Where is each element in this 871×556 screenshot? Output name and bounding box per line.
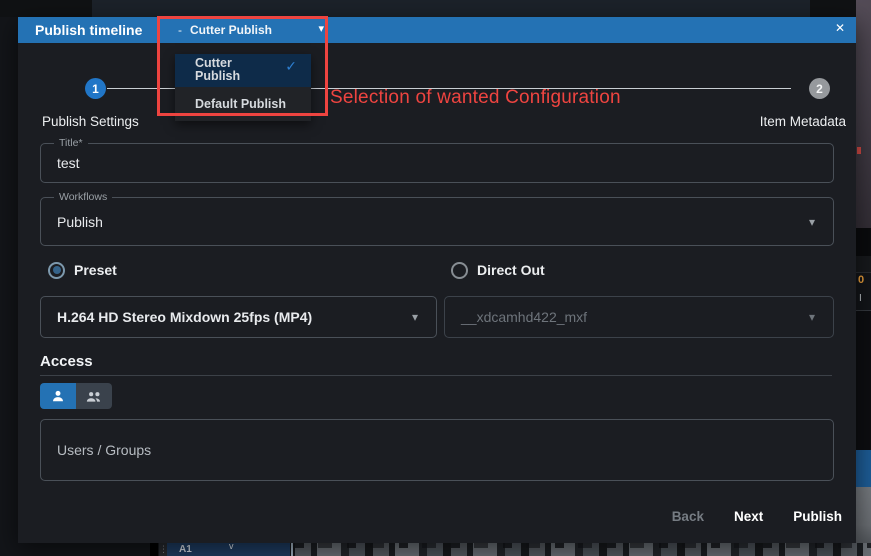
background-panel-row — [856, 256, 871, 273]
people-icon — [86, 390, 102, 403]
track-separator — [291, 543, 293, 556]
background-selected-clip — [856, 450, 871, 487]
access-divider — [40, 375, 832, 376]
step-1-circle[interactable]: 1 — [85, 78, 106, 99]
chevron-down-icon: ▾ — [809, 215, 815, 229]
users-groups-placeholder: Users / Groups — [57, 442, 151, 458]
groups-toggle-button[interactable] — [76, 383, 112, 409]
chevron-down-icon: ▾ — [809, 310, 815, 324]
preset-radio-label: Preset — [74, 262, 117, 278]
users-toggle-button[interactable] — [40, 383, 76, 409]
drag-handle-icon: ⋮ — [159, 543, 167, 556]
direct-out-profile-select: __xdcamhd422_mxf ▾ — [444, 296, 834, 338]
workflows-select[interactable]: Workflows Publish ▾ — [40, 197, 834, 246]
configuration-select-value: Cutter Publish — [190, 23, 272, 37]
step-2-circle[interactable]: 2 — [809, 78, 830, 99]
title-field-label: Title* — [54, 137, 88, 149]
users-groups-input[interactable]: Users / Groups — [40, 419, 834, 481]
menu-item-label: Cutter Publish — [195, 57, 257, 83]
step-1-label: Publish Settings — [42, 114, 139, 129]
close-icon[interactable]: ✕ — [835, 21, 845, 35]
publish-button[interactable]: Publish — [793, 509, 842, 524]
background-track-corner — [150, 543, 158, 556]
annotation-note: Selection of wanted Configuration — [330, 87, 621, 109]
dialog-header: Publish timeline - Cutter Publish ▾ ✕ — [18, 17, 856, 43]
background-panel-row — [856, 228, 871, 257]
dash-prefix: - — [178, 23, 182, 37]
configuration-select[interactable]: - Cutter Publish ▾ — [176, 20, 328, 40]
configuration-menu: Cutter Publish ✓ Default Publish — [175, 54, 311, 121]
background-top-strip-panel — [92, 0, 810, 17]
step-2-label: Item Metadata — [760, 114, 846, 129]
preset-radio-option[interactable]: Preset — [48, 260, 117, 280]
dialog-title: Publish timeline — [35, 22, 142, 38]
workflows-value: Publish — [57, 214, 103, 230]
background-video-thumbnail — [856, 0, 871, 228]
person-icon — [51, 389, 65, 403]
preset-profile-value: H.264 HD Stereo Mixdown 25fps (MP4) — [57, 309, 312, 325]
preset-profile-select[interactable]: H.264 HD Stereo Mixdown 25fps (MP4) ▾ — [40, 296, 437, 338]
menu-item-cutter-publish[interactable]: Cutter Publish ✓ — [175, 54, 311, 87]
radio-selected-icon[interactable] — [48, 262, 65, 279]
menu-item-label: Default Publish — [195, 97, 286, 111]
dialog-footer: Back Next Publish — [672, 509, 842, 524]
back-button[interactable]: Back — [672, 509, 704, 524]
title-field[interactable]: Title* test — [40, 143, 834, 183]
next-button[interactable]: Next — [734, 509, 763, 524]
direct-out-profile-value: __xdcamhd422_mxf — [461, 309, 587, 325]
title-field-value: test — [57, 155, 80, 171]
timeline-tick: I — [859, 293, 862, 304]
menu-item-default-publish[interactable]: Default Publish — [175, 87, 311, 121]
chevron-down-icon: ▾ — [412, 310, 418, 324]
chevron-down-icon: ▾ — [318, 22, 324, 35]
check-icon: ✓ — [285, 60, 297, 73]
radio-unselected-icon[interactable] — [451, 262, 468, 279]
background-record-dot — [857, 147, 861, 154]
audio-track-header: A1 v — [167, 543, 290, 556]
direct-out-radio-label: Direct Out — [477, 262, 545, 278]
audio-waveform — [295, 543, 871, 556]
access-heading: Access — [40, 353, 93, 370]
timecode-digit: 0 — [858, 274, 864, 286]
track-label: A1 — [179, 543, 192, 556]
background-timeline-rows — [856, 310, 871, 452]
workflows-label: Workflows — [54, 191, 112, 203]
direct-out-radio-option[interactable]: Direct Out — [451, 260, 545, 280]
